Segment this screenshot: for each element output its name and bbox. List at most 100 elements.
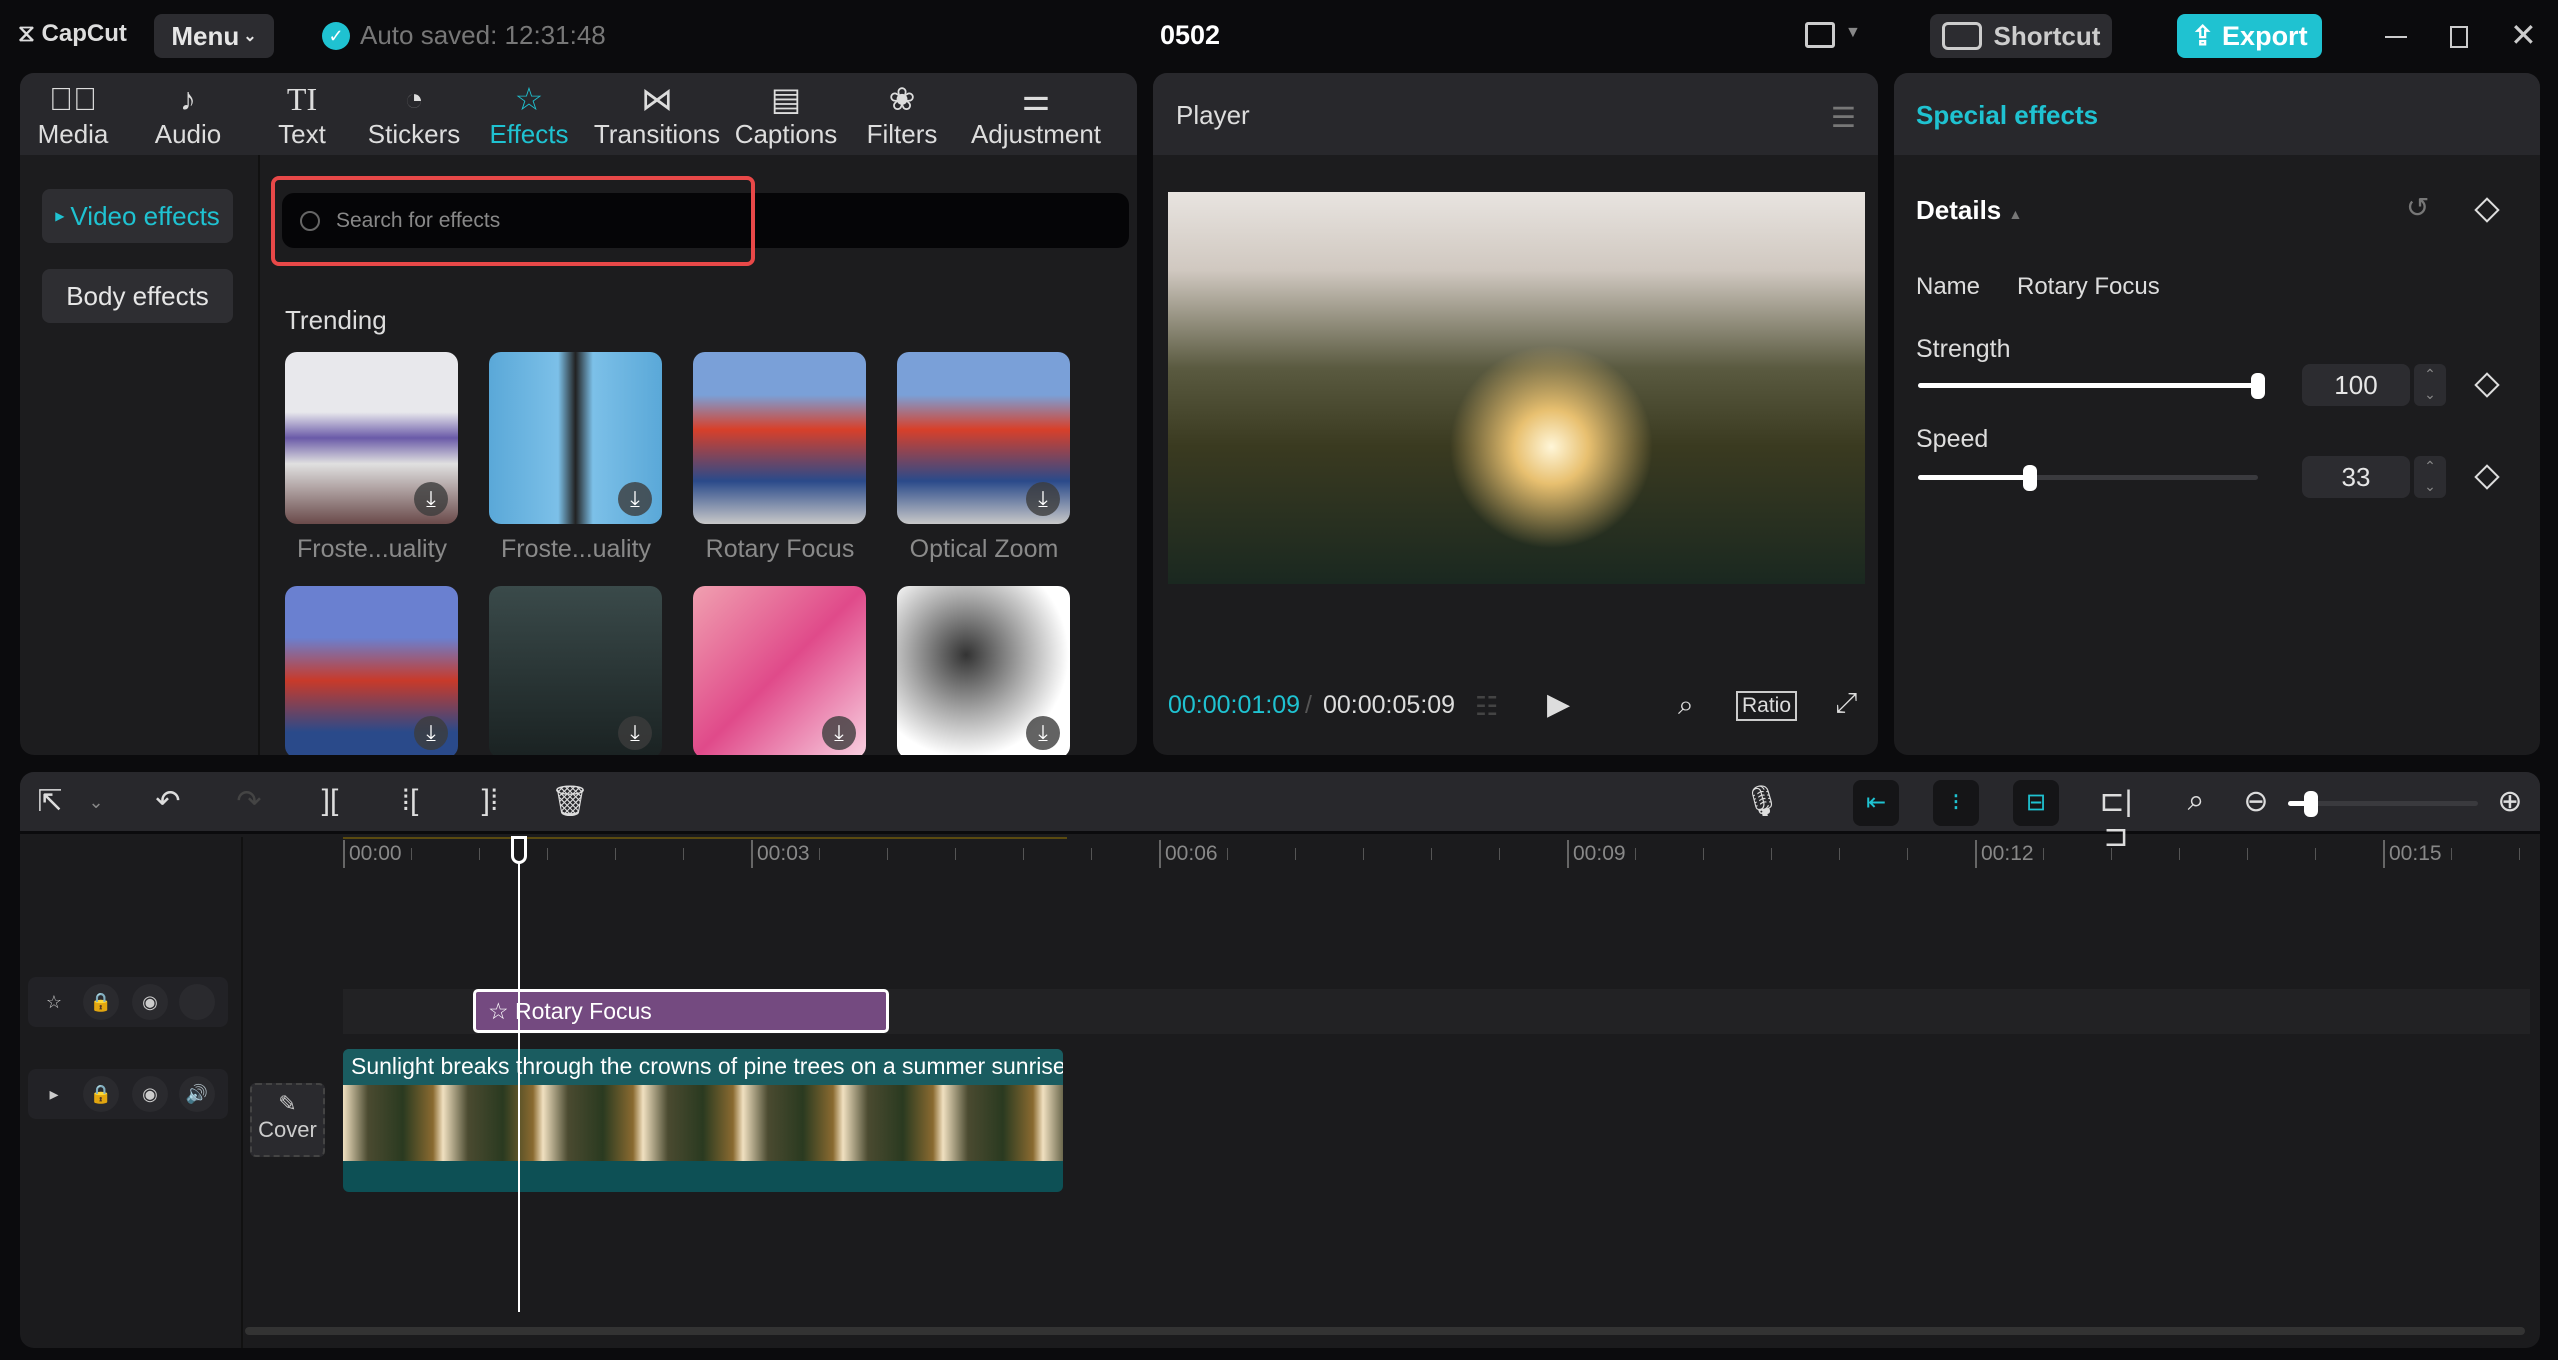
tab-label: Adjustment <box>970 119 1102 149</box>
tab-captions[interactable]: ▤ Captions <box>721 79 851 150</box>
tab-media[interactable]: ▶⃞ Media <box>20 79 138 150</box>
effect-card[interactable] <box>693 352 866 524</box>
download-icon[interactable]: ⤓ <box>414 716 448 750</box>
visibility-icon[interactable]: ◉ <box>132 984 168 1020</box>
player-title: Player <box>1176 100 1250 130</box>
effect-clip[interactable]: ☆ Rotary Focus <box>473 989 889 1033</box>
strength-keyframe-icon[interactable] <box>2474 372 2500 398</box>
zoom-handle[interactable] <box>2303 791 2318 817</box>
select-tool-icon[interactable]: ⇱ <box>30 784 70 819</box>
speed-slider[interactable] <box>1918 465 2258 491</box>
horizontal-scrollbar[interactable] <box>245 1327 2525 1335</box>
tab-filters[interactable]: ❀ Filters <box>837 79 967 150</box>
tab-stickers[interactable]: ◔ Stickers <box>349 79 479 150</box>
audio-mute-icon[interactable]: 🔊 <box>179 1076 215 1112</box>
ruler-tick <box>1295 848 1296 860</box>
menu-button[interactable]: Menu ⌄ <box>154 14 274 58</box>
search-highlight-box <box>271 176 755 266</box>
effect-card[interactable]: ⤓ <box>693 586 866 755</box>
redo-icon[interactable]: ↷ <box>229 784 269 819</box>
minimize-button[interactable] <box>2385 36 2407 38</box>
strength-slider[interactable] <box>1918 373 2265 399</box>
timeline-zoom-slider[interactable] <box>2288 791 2478 817</box>
auto-snap-icon[interactable]: ⁝ <box>1933 780 1979 826</box>
speed-input[interactable]: 33 <box>2302 456 2410 498</box>
effect-card[interactable]: ⤓ <box>285 352 458 524</box>
lock-icon[interactable]: 🔒 <box>83 984 119 1020</box>
main-track-magnet-icon[interactable]: ⇤ <box>1853 780 1899 826</box>
export-button[interactable]: ⇪ Export <box>2177 14 2322 58</box>
tab-transitions[interactable]: ⋈ Transitions <box>587 79 727 150</box>
waveform-toggle-icon[interactable]: ☷ <box>1475 691 1498 722</box>
audio-icon: ♪ <box>180 81 196 117</box>
close-button[interactable]: ✕ <box>2510 16 2537 54</box>
download-icon[interactable]: ⤓ <box>1026 482 1060 516</box>
effect-track-icon: ☆ <box>45 992 63 1012</box>
microphone-icon[interactable]: 🎙 <box>1742 784 1782 819</box>
speed-label: Speed <box>1916 425 1989 453</box>
video-thumbnails <box>343 1085 1063 1161</box>
zoom-out-icon[interactable]: ⊖ <box>2236 784 2276 819</box>
speed-stepper[interactable]: ⌃ ⌄ <box>2414 456 2446 498</box>
zoom-view-icon[interactable]: ⌕ <box>1678 689 1694 722</box>
ratio-button[interactable]: Ratio <box>1736 691 1798 721</box>
playhead-handle[interactable] <box>511 836 527 864</box>
zoom-to-fit-icon[interactable]: ⌕ <box>2176 784 2216 818</box>
effect-card[interactable]: ⤓ <box>285 586 458 755</box>
sidebar-item-video-effects[interactable]: ▶ Video effects <box>42 189 233 243</box>
video-clip[interactable]: Sunlight breaks through the crowns of pi… <box>343 1049 1063 1192</box>
details-heading[interactable]: Details ▲ <box>1916 195 2022 226</box>
strength-input[interactable]: 100 <box>2302 364 2410 406</box>
ruler-tick <box>2247 848 2248 860</box>
shortcut-button[interactable]: Shortcut <box>1930 14 2112 58</box>
download-icon[interactable]: ⤓ <box>1026 716 1060 750</box>
playhead[interactable] <box>518 838 520 1312</box>
link-clips-icon[interactable]: ⊟ <box>2013 780 2059 826</box>
download-icon[interactable]: ⤓ <box>414 482 448 516</box>
cover-button[interactable]: ✎ Cover <box>250 1083 325 1157</box>
layout-chevron-icon[interactable]: ▼ <box>1845 24 1861 42</box>
ruler-tick <box>1907 848 1908 860</box>
fullscreen-icon[interactable]: ⤢ <box>1835 687 1857 720</box>
visibility-icon[interactable]: ◉ <box>132 1076 168 1112</box>
lock-icon[interactable]: 🔒 <box>83 1076 119 1112</box>
reset-icon[interactable]: ↺ <box>2406 191 2429 224</box>
delete-icon[interactable]: 🗑 <box>550 784 590 819</box>
split-left-icon[interactable]: ⁞[ <box>390 784 430 818</box>
download-icon[interactable]: ⤓ <box>618 482 652 516</box>
tab-audio[interactable]: ♪ Audio <box>123 79 253 150</box>
effect-card[interactable]: ⤓ <box>489 586 662 755</box>
select-chevron-icon[interactable]: ⌄ <box>76 792 116 813</box>
tab-effects[interactable]: ☆ Effects <box>464 79 594 150</box>
ruler-tick <box>819 848 820 860</box>
tab-label: Effects <box>489 119 569 149</box>
strength-stepper[interactable]: ⌃ ⌄ <box>2414 364 2446 406</box>
tab-text[interactable]: TI Text <box>237 79 367 150</box>
undo-icon[interactable]: ↶ <box>148 784 188 819</box>
sidebar-label: Body effects <box>66 280 209 311</box>
effect-card[interactable]: ⤓ <box>897 352 1070 524</box>
ruler-tick <box>411 848 412 860</box>
keyframe-icon[interactable] <box>2474 197 2500 223</box>
player-menu-icon[interactable]: ☰ <box>1831 101 1856 134</box>
sidebar-item-body-effects[interactable]: Body effects <box>42 269 233 323</box>
ruler-label: 00:12 <box>1975 840 2034 868</box>
download-icon[interactable]: ⤓ <box>822 716 856 750</box>
layout-icon[interactable] <box>1805 22 1835 48</box>
zoom-in-icon[interactable]: ⊕ <box>2490 784 2530 819</box>
effect-card[interactable]: ⤓ <box>897 586 1070 755</box>
speed-handle[interactable] <box>2023 465 2038 491</box>
split-right-icon[interactable]: ]⁞ <box>470 784 510 818</box>
speed-keyframe-icon[interactable] <box>2474 464 2500 490</box>
play-button[interactable]: ▶ <box>1547 687 1570 722</box>
preview-axis-icon[interactable]: ⊏|⊐ <box>2096 784 2136 854</box>
filters-icon: ❀ <box>888 81 916 117</box>
tab-adjustment[interactable]: ⚌ Adjustment <box>961 79 1111 150</box>
split-icon[interactable]: ][ <box>310 784 350 818</box>
download-icon[interactable]: ⤓ <box>618 716 652 750</box>
maximize-button[interactable] <box>2450 26 2468 48</box>
effect-card[interactable]: ⤓ <box>489 352 662 524</box>
keyboard-icon <box>1941 22 1982 50</box>
effects-panel: ▶⃞ Media ♪ Audio TI Text ◔ Stickers ☆ Effects… <box>20 73 1137 755</box>
strength-handle[interactable] <box>2251 373 2265 399</box>
